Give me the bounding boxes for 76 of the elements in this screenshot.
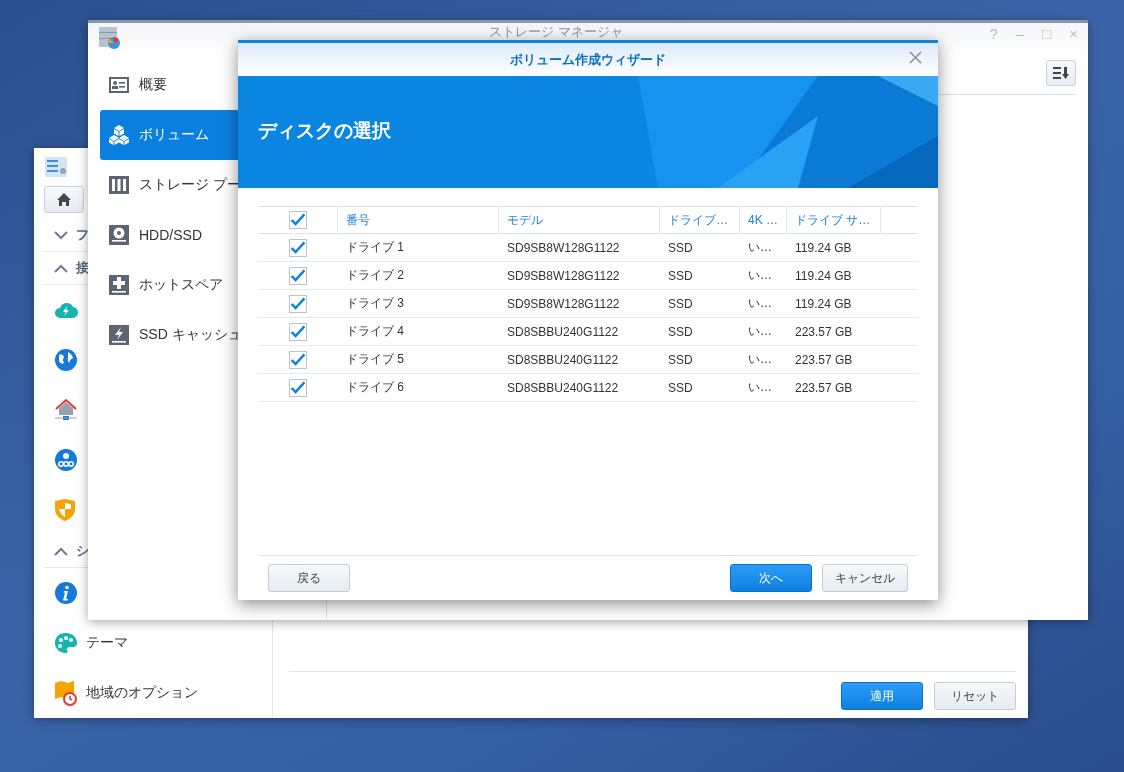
table-cell-text: い… <box>747 379 773 396</box>
table-cell-text: い… <box>747 239 773 256</box>
chevron-down-icon <box>54 230 68 240</box>
table-cell-text: SSD <box>667 379 694 397</box>
table-cell-text: い… <box>747 295 773 312</box>
table-cell-text: ドライブ 3 <box>345 295 405 312</box>
lightning-drive-icon <box>108 324 130 346</box>
table-cell-text: 223.57 GB <box>794 379 854 397</box>
dialog-title: ボリューム作成ウィザード <box>510 50 666 69</box>
table-cell-text: ドライブ 6 <box>345 379 405 396</box>
table-cell-text: 223.57 GB <box>794 323 854 341</box>
table-cell-text: SSD <box>667 323 694 341</box>
table-cell-text: SD9SB8W128G1122 <box>506 295 621 313</box>
next-button[interactable]: 次へ <box>730 564 812 592</box>
column-header[interactable]: ドライブ… <box>660 207 740 233</box>
table-cell-text: SSD <box>667 351 694 369</box>
table-cell-text: SSD <box>667 295 694 313</box>
table-cell-text: ドライブ 2 <box>345 267 405 284</box>
table-cell-text: SSD <box>667 267 694 285</box>
palette-icon <box>54 632 78 654</box>
checkbox[interactable] <box>289 238 307 257</box>
app-logo-icon <box>44 156 68 178</box>
column-header[interactable]: 番号 <box>338 207 499 233</box>
table-cell-text: SD8SBBU240G1122 <box>506 379 620 397</box>
back-button[interactable]: 戻る <box>268 564 350 592</box>
table-cell-text: SD9SB8W128G1122 <box>506 239 621 257</box>
checkbox[interactable] <box>288 211 307 229</box>
table-cell-text: い… <box>747 323 773 340</box>
home-button[interactable] <box>44 186 84 213</box>
table-cell-text: い… <box>747 351 773 368</box>
column-header[interactable]: 4K … <box>740 207 787 233</box>
checkbox[interactable] <box>289 294 307 313</box>
table-cell-text: 119.24 GB <box>794 267 853 285</box>
column-header[interactable]: モデル <box>499 207 660 233</box>
checkbox[interactable] <box>289 378 307 397</box>
shield-icon <box>54 498 76 522</box>
table-cell-text: 119.24 GB <box>794 239 853 257</box>
close-button[interactable] <box>909 51 922 64</box>
cloud-icon <box>54 300 78 320</box>
sidebar-item[interactable]: 地域のオプション <box>44 668 260 718</box>
table-cell-text: SD8SBBU240G1122 <box>506 323 620 341</box>
window-title: ストレージ マネージャ <box>487 24 624 39</box>
table-cell-text: 223.57 GB <box>794 351 854 369</box>
table-cell-text: SD8SBBU240G1122 <box>506 351 620 369</box>
close-icon <box>909 51 922 64</box>
sort-button[interactable] <box>1046 60 1076 86</box>
cubes-icon <box>108 124 130 146</box>
table-cell-text: 119.24 GB <box>794 295 853 313</box>
id-card-icon <box>108 74 130 96</box>
apply-button[interactable]: 適用 <box>841 682 923 710</box>
map-clock-icon <box>54 680 78 706</box>
reset-button[interactable]: リセット <box>934 682 1016 710</box>
network-nodes-icon <box>54 448 78 472</box>
table-cell-text: ドライブ 1 <box>345 239 405 256</box>
table-cell-text: SD9SB8W128G1122 <box>506 267 621 285</box>
sidebar-item[interactable]: 概要 <box>100 60 326 110</box>
checkbox[interactable] <box>289 322 307 341</box>
globe-icon <box>54 348 78 372</box>
home-icon <box>56 192 72 207</box>
checkbox[interactable] <box>289 350 307 369</box>
info-icon <box>54 581 78 605</box>
columns-icon <box>108 174 130 196</box>
table-cell-text: SSD <box>667 239 694 257</box>
column-header[interactable]: ドライブ サ… <box>787 207 881 233</box>
checkbox[interactable] <box>289 266 307 285</box>
plus-drive-icon <box>108 274 130 296</box>
app-logo-icon <box>98 25 122 50</box>
table-cell-text: ドライブ 4 <box>345 323 405 340</box>
sidebar-item[interactable]: テーマ <box>44 618 260 668</box>
table-cell-text: ドライブ 5 <box>345 351 405 368</box>
sort-icon <box>1052 66 1070 80</box>
table-cell-text: い… <box>747 267 773 284</box>
chevron-up-icon <box>54 263 68 273</box>
home-network-icon <box>54 398 78 422</box>
chevron-up-icon <box>54 546 68 556</box>
cancel-button[interactable]: キャンセル <box>822 564 908 592</box>
